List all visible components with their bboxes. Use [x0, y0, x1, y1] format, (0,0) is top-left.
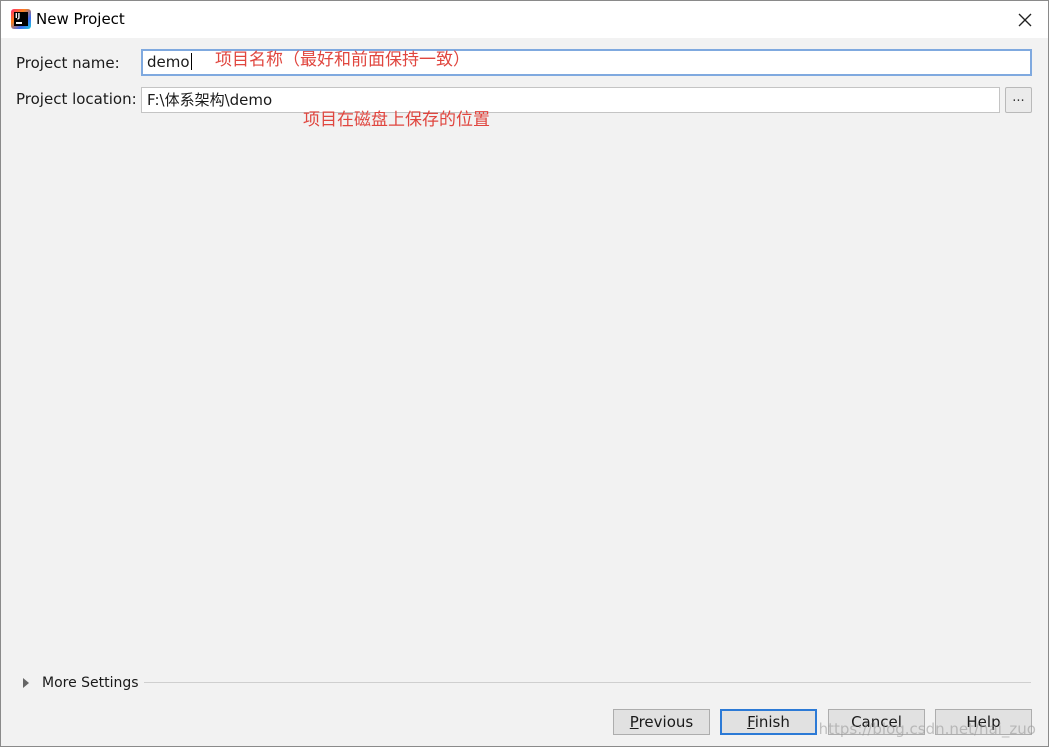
- intellij-app-icon: IJ: [11, 9, 31, 29]
- new-project-dialog: IJ New Project Project name: demo Projec…: [0, 0, 1049, 747]
- project-name-annotation: 项目名称（最好和前面保持一致）: [215, 50, 470, 70]
- watermark: https://blog.csdn.net/hai_zuo: [818, 720, 1036, 738]
- project-name-label: Project name:: [16, 54, 120, 72]
- project-location-label: Project location:: [16, 90, 137, 108]
- finish-label-rest: inish: [754, 713, 790, 731]
- close-button[interactable]: [1002, 1, 1048, 38]
- previous-mnemonic: P: [629, 713, 639, 731]
- previous-label-rest: revious: [638, 713, 694, 731]
- more-settings-divider: [144, 682, 1031, 683]
- finish-mnemonic: F: [747, 713, 755, 731]
- more-settings-label: More Settings: [42, 675, 139, 691]
- browse-button[interactable]: ...: [1005, 87, 1032, 113]
- project-location-annotation: 项目在磁盘上保存的位置: [303, 110, 490, 130]
- window-title: New Project: [36, 10, 125, 28]
- text-caret: [190, 53, 192, 70]
- title-bar: IJ New Project: [1, 1, 1048, 38]
- previous-button[interactable]: Previous: [613, 709, 710, 735]
- more-settings-toggle[interactable]: More Settings: [23, 674, 139, 692]
- finish-button[interactable]: Finish: [720, 709, 817, 735]
- project-name-value: demo: [147, 53, 190, 71]
- project-location-value: F:\体系架构\demo: [147, 91, 273, 109]
- expand-triangle-icon: [23, 678, 29, 688]
- close-icon: [1018, 13, 1032, 26]
- project-location-input[interactable]: F:\体系架构\demo: [141, 87, 1000, 113]
